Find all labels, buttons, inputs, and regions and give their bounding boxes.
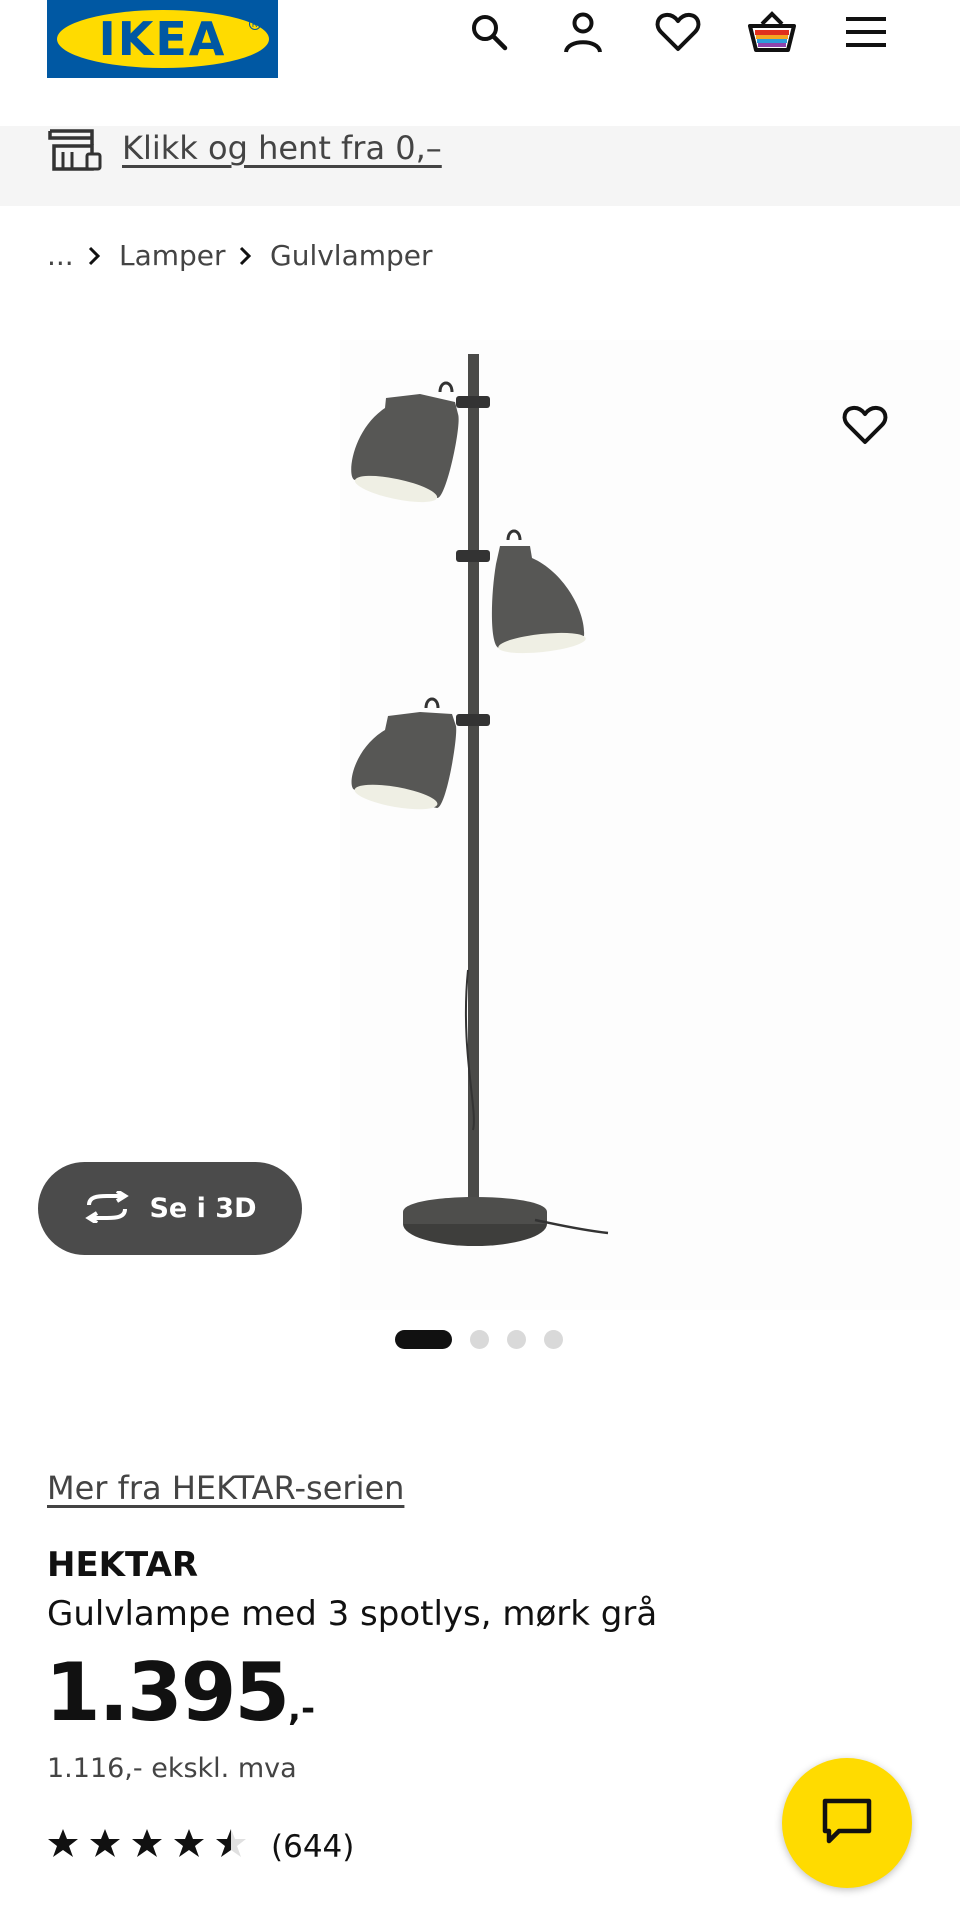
- carousel-dot-3[interactable]: [507, 1330, 526, 1349]
- breadcrumb-item-gulvlamper[interactable]: Gulvlamper: [270, 238, 433, 274]
- menu-icon[interactable]: [840, 6, 892, 58]
- user-icon[interactable]: [557, 6, 609, 58]
- search-icon[interactable]: [463, 6, 515, 58]
- review-count[interactable]: (644): [271, 1827, 354, 1867]
- rating-stars[interactable]: [47, 1828, 247, 1858]
- registered-mark-icon: R: [248, 18, 261, 30]
- view-in-3d-label: Se i 3D: [149, 1193, 257, 1224]
- price-suffix: ,-: [288, 1689, 316, 1729]
- heart-icon[interactable]: [652, 6, 704, 58]
- price-integer: 1.395: [45, 1646, 290, 1739]
- chat-button[interactable]: [782, 1758, 912, 1888]
- chevron-right-icon: [239, 246, 252, 270]
- star-full-icon: [174, 1829, 204, 1857]
- carousel-dot-1[interactable]: [395, 1330, 452, 1349]
- product-description: Gulvlampe med 3 spotlys, mørk grå: [47, 1594, 658, 1634]
- store-icon: [47, 128, 103, 176]
- breadcrumb-ellipsis[interactable]: ...: [47, 238, 74, 274]
- star-full-icon: [90, 1829, 120, 1857]
- chevron-right-icon: [88, 246, 101, 270]
- chat-icon: [821, 1797, 873, 1849]
- cart-icon[interactable]: [746, 6, 798, 58]
- star-full-icon: [132, 1829, 162, 1857]
- price-excl-vat: 1.116,- ekskl. mva: [47, 1753, 297, 1784]
- product-image[interactable]: [340, 350, 620, 1284]
- star-full-icon: [48, 1829, 78, 1857]
- ikea-logo[interactable]: IKEA R: [47, 0, 278, 78]
- rotate-3d-icon: [83, 1188, 131, 1227]
- breadcrumb-item-lamper[interactable]: Lamper: [119, 238, 226, 274]
- carousel-indicators: [395, 1330, 563, 1349]
- star-half-icon: [216, 1829, 246, 1857]
- carousel-dot-4[interactable]: [544, 1330, 563, 1349]
- series-link[interactable]: Mer fra HEKTAR-serien: [47, 1468, 404, 1508]
- carousel-dot-2[interactable]: [470, 1330, 489, 1349]
- logo-oval: IKEA R: [56, 10, 269, 68]
- product-name: HEKTAR: [47, 1545, 199, 1585]
- add-to-favourites-icon[interactable]: [842, 404, 888, 450]
- click-collect-link[interactable]: Klikk og hent fra 0,–: [122, 128, 442, 168]
- logo-text: IKEA: [98, 12, 227, 66]
- product-price: 1.395,-: [45, 1648, 315, 1760]
- view-in-3d-button[interactable]: Se i 3D: [38, 1162, 302, 1255]
